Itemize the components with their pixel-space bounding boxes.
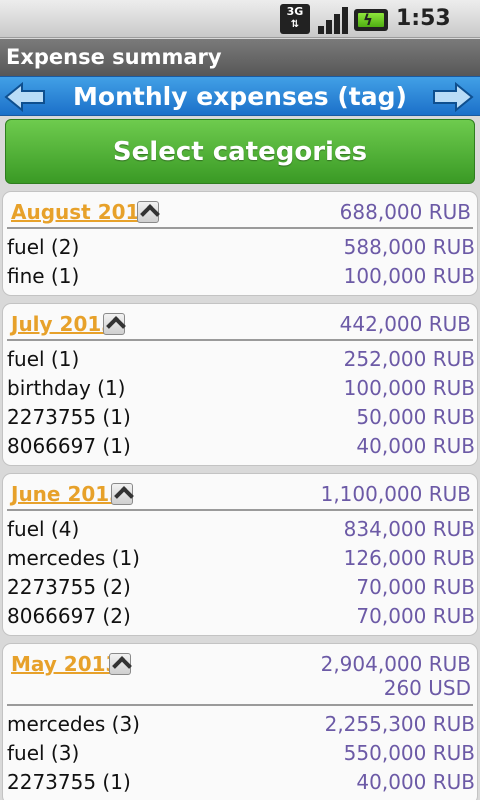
open-link-icon[interactable] bbox=[109, 653, 131, 675]
category-name: fuel (2) bbox=[7, 235, 80, 259]
category-amount: 550,000 RUB bbox=[343, 741, 475, 765]
list-item: 2273755 (1) 40,000 RUB bbox=[7, 768, 475, 797]
list-item: mercedes (3) 2,255,300 RUB bbox=[7, 710, 475, 739]
category-name: 8066697 (1) bbox=[7, 434, 131, 458]
list-item: fuel (3) 550,000 RUB bbox=[7, 739, 475, 768]
list-item: mercedes (1) 126,000 RUB bbox=[7, 544, 475, 573]
month-total: 2,904,000 RUB 260 USD bbox=[321, 652, 471, 700]
category-amount: 588,000 RUB bbox=[343, 235, 475, 259]
category-amount: 100,000 RUB bbox=[343, 264, 475, 288]
category-name: fuel (4) bbox=[7, 517, 80, 541]
category-name: 8066697 (2) bbox=[7, 604, 131, 628]
open-link-icon[interactable] bbox=[137, 201, 159, 223]
list-item: 2273755 (1) 50,000 RUB bbox=[7, 403, 475, 432]
category-name: birthday (1) bbox=[7, 376, 126, 400]
category-name: mercedes (1) bbox=[7, 546, 140, 570]
list-item: fine (1) 100,000 RUB bbox=[7, 262, 475, 291]
category-name: fine (1) bbox=[7, 264, 80, 288]
month-card: May 2013 2,904,000 RUB 260 USD mercedes … bbox=[2, 643, 478, 800]
month-card: June 2013 1,100,000 RUB fuel (4) 834,000… bbox=[2, 473, 478, 636]
month-total-value: 260 USD bbox=[383, 676, 471, 700]
month-header: May 2013 2,904,000 RUB 260 USD bbox=[7, 644, 473, 706]
month-total: 688,000 RUB bbox=[340, 200, 471, 224]
list-item: fuel (4) 834,000 RUB bbox=[7, 515, 475, 544]
app-title: Expense summary bbox=[6, 45, 222, 69]
month-card: July 2013 442,000 RUB fuel (1) 252,000 R… bbox=[2, 303, 478, 466]
network-type-label: 3G bbox=[286, 5, 304, 18]
category-amount: 100,000 RUB bbox=[343, 376, 475, 400]
list-item: 8066697 (1) 40,000 RUB bbox=[7, 432, 475, 461]
category-name: 2273755 (1) bbox=[7, 770, 131, 794]
category-name: fuel (3) bbox=[7, 741, 80, 765]
month-header: June 2013 1,100,000 RUB bbox=[7, 474, 473, 511]
month-total-value: 688,000 RUB bbox=[339, 200, 471, 224]
category-amount: 126,000 RUB bbox=[343, 546, 475, 570]
arrow-right-icon[interactable] bbox=[432, 82, 474, 112]
clock-time: 1:53 bbox=[396, 6, 451, 31]
signal-icon bbox=[318, 6, 348, 34]
open-link-icon[interactable] bbox=[103, 313, 125, 335]
category-name: mercedes (3) bbox=[7, 712, 140, 736]
month-total-value: 2,904,000 RUB bbox=[320, 652, 471, 676]
select-categories-button[interactable]: Select categories bbox=[5, 119, 475, 184]
month-link[interactable]: June 2013 bbox=[11, 482, 123, 506]
category-name: fuel (1) bbox=[7, 347, 80, 371]
list-item: 8066697 (2) 70,000 RUB bbox=[7, 602, 475, 631]
month-link[interactable]: August 2013 bbox=[11, 200, 153, 224]
category-amount: 834,000 RUB bbox=[343, 517, 475, 541]
category-amount: 50,000 RUB bbox=[356, 405, 475, 429]
category-amount: 40,000 RUB bbox=[356, 434, 475, 458]
list-item: 2273755 (2) 70,000 RUB bbox=[7, 573, 475, 602]
category-amount: 70,000 RUB bbox=[356, 604, 475, 628]
app-title-bar: Expense summary bbox=[0, 39, 480, 76]
nav-title: Monthly expenses (tag) bbox=[73, 82, 407, 111]
month-header: August 2013 688,000 RUB bbox=[7, 192, 473, 229]
month-total-value: 1,100,000 RUB bbox=[320, 482, 471, 506]
category-amount: 2,255,300 RUB bbox=[324, 712, 475, 736]
list-item: fuel (1) 252,000 RUB bbox=[7, 345, 475, 374]
category-amount: 40,000 RUB bbox=[356, 770, 475, 794]
network-3g-icon: 3G ⇅ bbox=[280, 4, 310, 34]
list-item: birthday (1) 100,000 RUB bbox=[7, 374, 475, 403]
battery-charging-icon: ϟ bbox=[354, 9, 388, 31]
month-total: 442,000 RUB bbox=[340, 312, 471, 336]
category-name: 2273755 (1) bbox=[7, 405, 131, 429]
arrow-left-icon[interactable] bbox=[4, 82, 46, 112]
month-total: 1,100,000 RUB bbox=[321, 482, 471, 506]
month-link[interactable]: May 2013 bbox=[11, 652, 119, 676]
month-card: August 2013 688,000 RUB fuel (2) 588,000… bbox=[2, 191, 478, 296]
category-amount: 70,000 RUB bbox=[356, 575, 475, 599]
month-header: July 2013 442,000 RUB bbox=[7, 304, 473, 341]
period-nav-bar: Monthly expenses (tag) bbox=[0, 76, 480, 116]
list-item: fuel (2) 588,000 RUB bbox=[7, 233, 475, 262]
status-bar: 3G ⇅ ϟ 1:53 PM bbox=[0, 0, 480, 54]
month-total-value: 442,000 RUB bbox=[339, 312, 471, 336]
category-amount: 252,000 RUB bbox=[343, 347, 475, 371]
month-link[interactable]: July 2013 bbox=[11, 312, 115, 336]
open-link-icon[interactable] bbox=[111, 483, 133, 505]
category-name: 2273755 (2) bbox=[7, 575, 131, 599]
